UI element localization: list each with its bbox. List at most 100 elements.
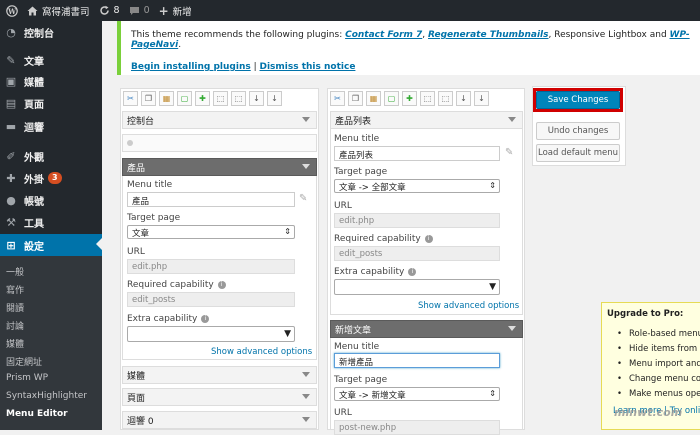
copy-icon[interactable]: ❐ xyxy=(141,91,156,106)
wrench-icon: ⚒ xyxy=(6,215,16,229)
hide-icon[interactable]: ⬚ xyxy=(420,91,435,106)
menu-title-input[interactable]: 產品 xyxy=(127,192,295,207)
menu-item-dashboard[interactable]: 控制台 xyxy=(122,111,317,129)
submenu-item-product-list[interactable]: 產品列表 xyxy=(330,111,523,129)
sort-ascending-icon[interactable]: ↓ xyxy=(249,91,264,106)
chevron-up-icon[interactable] xyxy=(508,326,516,331)
menu-title-input[interactable]: 新增產品 xyxy=(334,353,500,368)
submenu-item-writing[interactable]: 寫作 xyxy=(6,283,24,296)
svg-text:W: W xyxy=(7,6,16,15)
paste-icon[interactable]: ▦ xyxy=(366,91,381,106)
sidebar-item-label: 控制台 xyxy=(24,28,54,40)
sort-descending-icon[interactable]: ↓ xyxy=(474,91,489,106)
select-arrows-icon: ⇕ xyxy=(284,227,291,236)
new-content-link[interactable]: + 新增 xyxy=(159,4,192,18)
sidebar-item-users[interactable]: ● 帳號 xyxy=(0,190,102,210)
menu-item-comments[interactable]: 迴響 0 xyxy=(122,411,317,429)
regenerate-thumbnails-link[interactable]: Regenerate Thumbnails xyxy=(428,30,548,40)
sidebar-item-media[interactable]: ▣ 媒體 xyxy=(0,71,102,91)
site-name-link[interactable]: 窩得浦書司 xyxy=(27,4,90,18)
begin-installing-link[interactable]: Begin installing plugins xyxy=(131,62,251,72)
show-advanced-options-link[interactable]: Show advanced options xyxy=(418,301,519,311)
comment-bubble-icon xyxy=(129,6,139,15)
slider-knob[interactable] xyxy=(127,140,133,146)
info-icon[interactable]: i xyxy=(424,234,433,243)
new-item-icon[interactable]: ▢ xyxy=(384,91,399,106)
cut-icon[interactable]: ✂ xyxy=(330,91,345,106)
load-default-menu-button[interactable]: Load default menu xyxy=(536,144,620,162)
undo-changes-button[interactable]: Undo changes xyxy=(536,122,620,140)
menu-title-input[interactable]: 產品列表 xyxy=(334,146,500,161)
delete-icon[interactable]: ⬚ xyxy=(438,91,453,106)
submenu-item-media[interactable]: 媒體 xyxy=(6,337,24,350)
updates-link[interactable]: 8 xyxy=(99,5,120,16)
chevron-up-icon[interactable] xyxy=(508,117,516,122)
submenu-item-reading[interactable]: 閱讀 xyxy=(6,301,24,314)
separator-slider xyxy=(122,134,317,152)
chevron-down-icon[interactable] xyxy=(302,394,310,399)
wordpress-logo[interactable]: W xyxy=(6,4,18,17)
submenu-item-general[interactable]: 一般 xyxy=(6,265,24,278)
paste-icon[interactable]: ▦ xyxy=(159,91,174,106)
hide-icon[interactable]: ⬚ xyxy=(213,91,228,106)
dashboard-icon: ◔ xyxy=(6,25,16,39)
info-icon[interactable]: i xyxy=(217,280,226,289)
chevron-down-icon[interactable] xyxy=(302,117,310,122)
notice-period: . xyxy=(178,40,182,50)
new-separator-icon[interactable]: ✚ xyxy=(402,91,417,106)
new-separator-icon[interactable]: ✚ xyxy=(195,91,210,106)
submenu-item-add-post[interactable]: 新增文章 xyxy=(330,320,523,338)
submenu-item-prism-wp[interactable]: Prism WP xyxy=(6,373,48,383)
edit-icon[interactable]: ✎ xyxy=(505,147,513,158)
submenu-item-menu-editor[interactable]: Menu Editor xyxy=(6,409,68,419)
sidebar-item-label: 工具 xyxy=(24,218,44,230)
extra-capability-select[interactable]: ▼ xyxy=(127,326,295,342)
submenu-item-permalinks[interactable]: 固定網址 xyxy=(6,355,42,368)
submenu-item-discussion[interactable]: 討論 xyxy=(6,319,24,332)
sidebar-item-comments[interactable]: ▬ 迴響 xyxy=(0,116,102,136)
required-capability-label: Required capability i xyxy=(127,280,226,290)
sidebar-item-plugins[interactable]: ✚ 外掛 3 xyxy=(0,168,102,188)
dismiss-notice-link[interactable]: Dismiss this notice xyxy=(260,62,356,72)
target-page-select[interactable]: 文章 ⇕ xyxy=(127,225,295,239)
sidebar-item-posts[interactable]: ✎ 文章 xyxy=(0,50,102,70)
required-capability-label: Required capability i xyxy=(334,234,433,244)
target-page-select[interactable]: 文章 -> 全部文章 ⇕ xyxy=(334,179,500,193)
edit-icon[interactable]: ✎ xyxy=(299,193,307,204)
cut-icon[interactable]: ✂ xyxy=(123,91,138,106)
extra-capability-select[interactable]: ▼ xyxy=(334,279,500,295)
url-label: URL xyxy=(334,201,352,211)
url-input[interactable]: edit.php xyxy=(334,213,500,228)
required-capability-input[interactable]: edit_posts xyxy=(127,292,295,307)
info-icon[interactable]: i xyxy=(201,314,210,323)
menu-item-label: 產品 xyxy=(127,163,146,174)
media-icon: ▣ xyxy=(5,74,17,88)
sort-ascending-icon[interactable]: ↓ xyxy=(456,91,471,106)
menu-item-pages[interactable]: 頁面 xyxy=(122,388,317,406)
sidebar-item-dashboard[interactable]: ◔ 控制台 xyxy=(0,22,102,42)
sort-descending-icon[interactable]: ↓ xyxy=(267,91,282,106)
new-menu-icon[interactable]: ▢ xyxy=(177,91,192,106)
chevron-down-icon[interactable] xyxy=(302,372,310,377)
sidebar-item-appearance[interactable]: ✐ 外觀 xyxy=(0,146,102,166)
target-page-label: Target page xyxy=(334,167,388,177)
url-input[interactable]: post-new.php xyxy=(334,420,500,435)
chevron-up-icon[interactable] xyxy=(302,164,310,169)
menu-item-media[interactable]: 媒體 xyxy=(122,366,317,384)
url-input[interactable]: edit.php xyxy=(127,259,295,274)
contact-form-7-link[interactable]: Contact Form 7 xyxy=(345,30,422,40)
submenu-item-syntaxhighlighter[interactable]: SyntaxHighlighter xyxy=(6,391,87,401)
sidebar-item-settings[interactable]: ⊞ 設定 xyxy=(0,234,102,256)
menu-item-products[interactable]: 產品 xyxy=(122,158,317,176)
copy-icon[interactable]: ❐ xyxy=(348,91,363,106)
sidebar-item-tools[interactable]: ⚒ 工具 xyxy=(0,212,102,232)
dropdown-arrow-icon: ▼ xyxy=(489,282,496,292)
chevron-down-icon[interactable] xyxy=(302,417,310,422)
comments-link[interactable]: 0 xyxy=(129,5,150,16)
show-advanced-options-link[interactable]: Show advanced options xyxy=(211,347,312,357)
delete-icon[interactable]: ⬚ xyxy=(231,91,246,106)
info-icon[interactable]: i xyxy=(408,267,417,276)
required-capability-input[interactable]: edit_posts xyxy=(334,246,500,261)
target-page-select[interactable]: 文章 -> 新增文章 ⇕ xyxy=(334,387,500,401)
sidebar-item-pages[interactable]: ▤ 頁面 xyxy=(0,93,102,113)
